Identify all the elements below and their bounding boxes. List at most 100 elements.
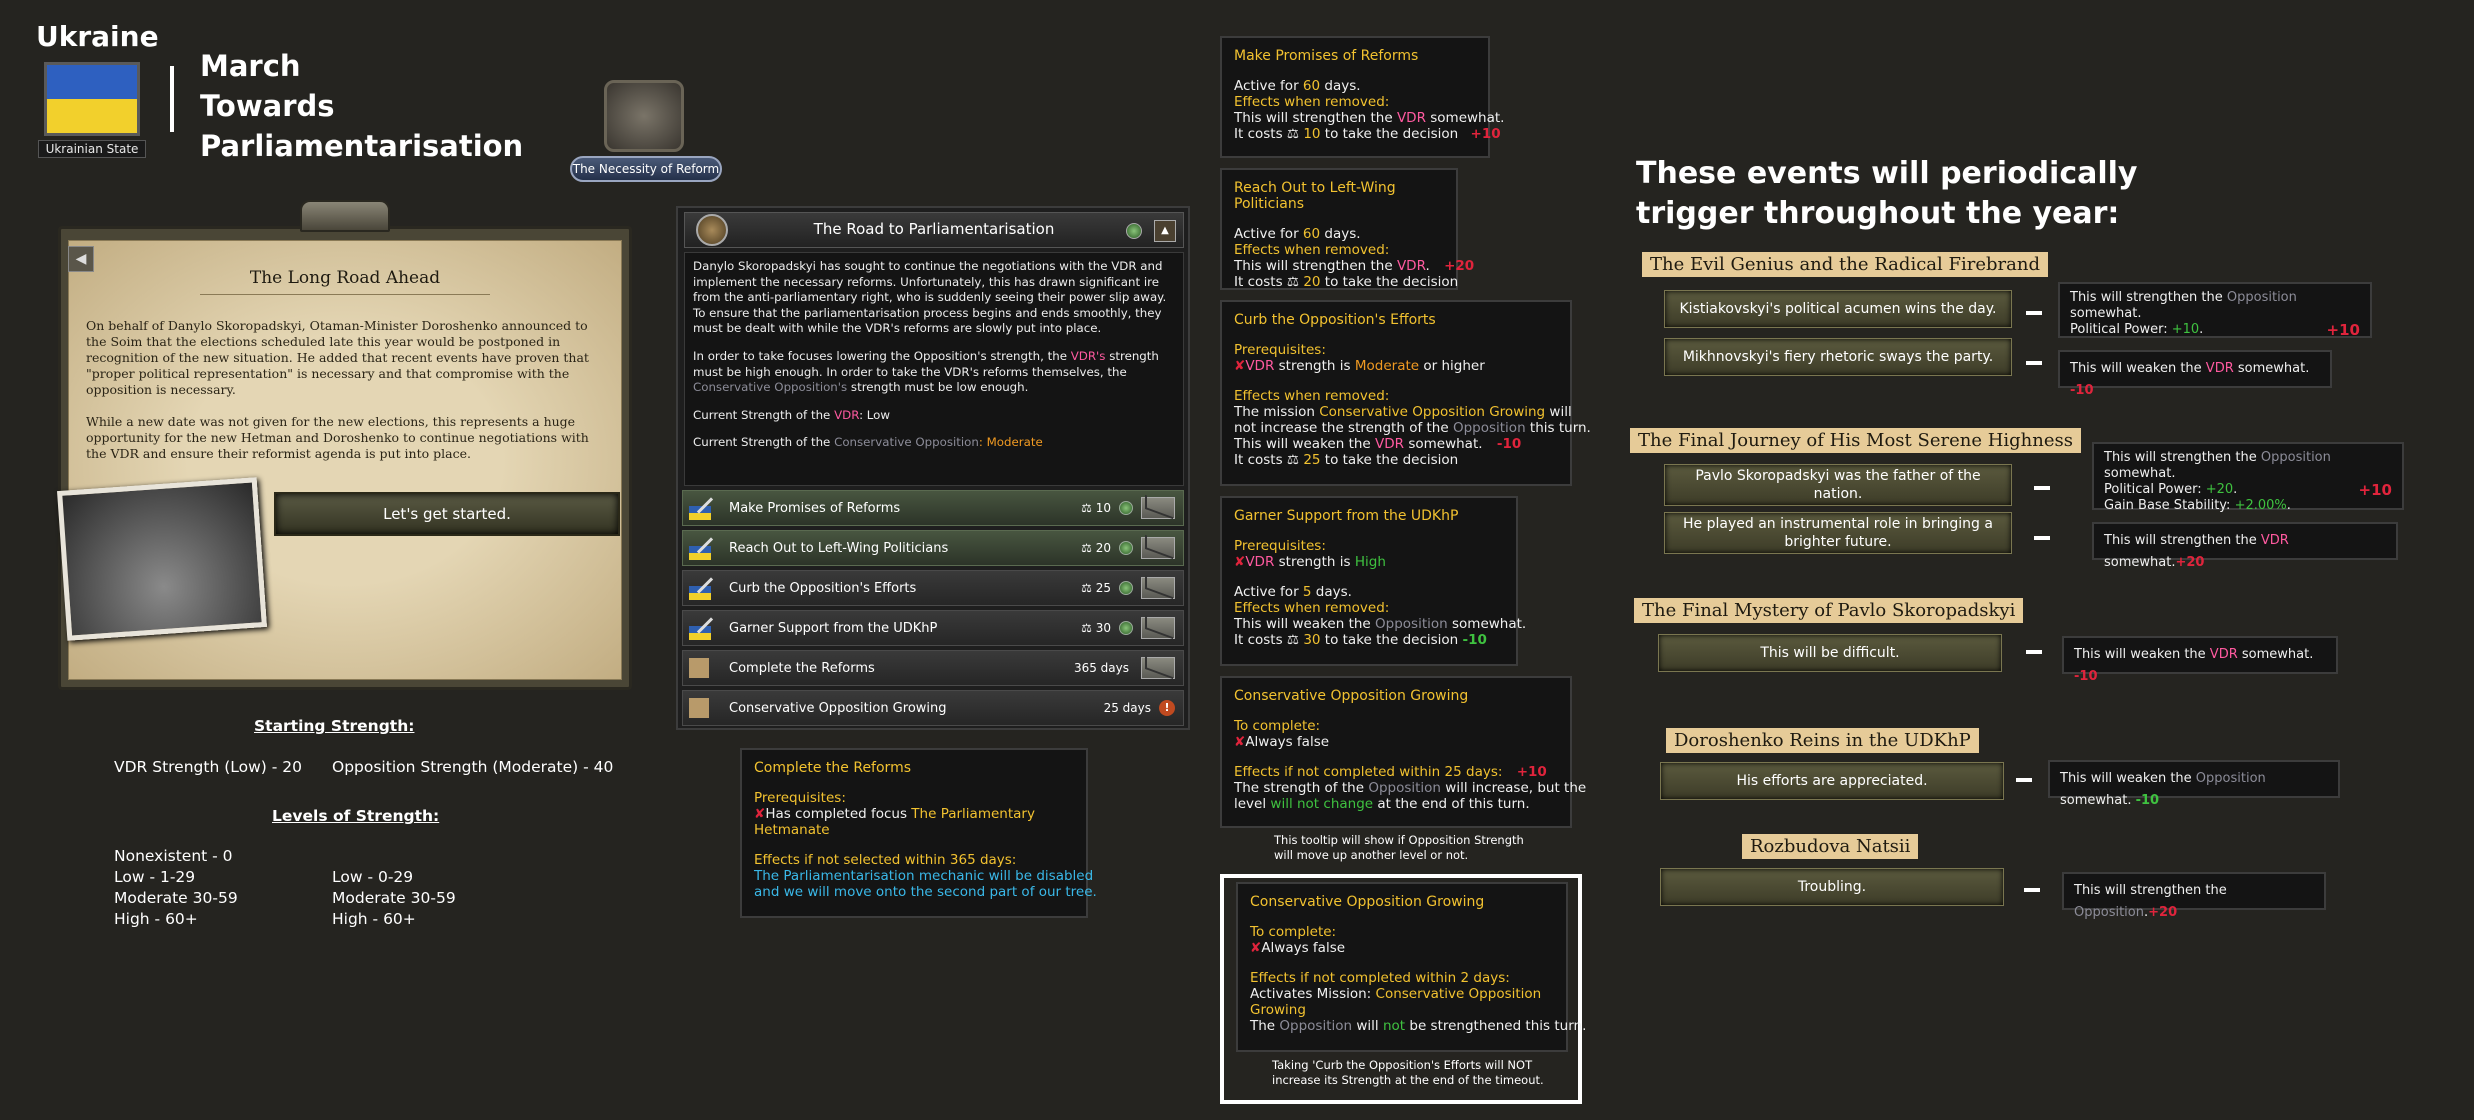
decision-opposition-growing[interactable]: Conservative Opposition Growing 25 days!	[682, 690, 1184, 726]
tooltip-line: Effects when removed:	[1234, 242, 1390, 258]
note-line: This tooltip will show if Opposition Str…	[1274, 833, 1524, 847]
decision-make-promises[interactable]: Make Promises of Reforms ⚖ 10	[682, 490, 1184, 526]
title-line: Towards	[200, 89, 335, 123]
event-option[interactable]: He played an instrumental role in bringi…	[1664, 512, 2012, 554]
title-line: Parliamentarisation	[200, 129, 524, 163]
event-effect: This will weaken the VDR somewhat. -10	[2058, 350, 2332, 398]
tooltip-line: Hetmanate	[754, 822, 830, 838]
event-option[interactable]: Pavlo Skoropadskyi was the father of the…	[1664, 464, 2012, 506]
decision-cost: ⚖ 10	[1081, 501, 1111, 515]
event-option[interactable]: His efforts are appreciated.	[1660, 762, 2004, 800]
cross-icon: ✘	[1234, 734, 1246, 750]
event-title-evil-genius: The Evil Genius and the Radical Firebran…	[1642, 252, 2048, 277]
decision-icon	[689, 496, 717, 520]
decision-list: Make Promises of Reforms ⚖ 10 Reach Out t…	[682, 490, 1184, 730]
event-paragraph: On behalf of Danylo Skoropadskyi, Otaman…	[86, 318, 589, 397]
status-icon	[1119, 541, 1133, 555]
level-item: Low - 1-29	[114, 868, 196, 886]
tooltip-line: Effects when removed:	[1234, 600, 1390, 616]
tooltip-line: ✘Always false	[1234, 734, 1330, 750]
tooltip-line: Growing	[1250, 1002, 1306, 1018]
decision-complete-reforms[interactable]: Complete the Reforms 365 days	[682, 650, 1184, 686]
event-option[interactable]: Mikhnovskyi's fiery rhetoric sways the p…	[1664, 338, 2012, 376]
decision-curb-opposition[interactable]: Curb the Opposition's Efforts ⚖ 25	[682, 570, 1184, 606]
level-item: Moderate 30-59	[332, 889, 456, 907]
tooltip-line: Prerequisites:	[1234, 538, 1326, 554]
tooltip-title: Make Promises of Reforms	[1234, 48, 1419, 64]
event-effect: This will strengthen the Opposition some…	[2092, 442, 2404, 513]
status-icon	[1119, 581, 1133, 595]
cross-icon: ✘	[1234, 358, 1246, 374]
envelope-icon	[1141, 657, 1175, 679]
decision-days: 25 days	[1103, 701, 1151, 715]
decision-label: Conservative Opposition Growing	[729, 700, 947, 716]
tooltip-line: It costs ⚖ 30 to take the decision -10	[1234, 632, 1487, 648]
focus-icon	[604, 80, 684, 152]
cross-icon: ✘	[1250, 940, 1262, 956]
decision-reach-out[interactable]: Reach Out to Left-Wing Politicians ⚖ 20	[682, 530, 1184, 566]
dash	[2016, 778, 2032, 782]
levels-title: Levels of Strength:	[272, 807, 440, 825]
event-option-button[interactable]: Let's get started.	[274, 492, 620, 536]
state-label: Ukrainian State	[38, 140, 146, 158]
level-item: High - 60+	[332, 910, 416, 928]
event-option[interactable]: Kistiakovskyi's political acumen wins th…	[1664, 290, 2012, 328]
title-line: March	[200, 49, 301, 83]
event-option[interactable]: This will be difficult.	[1658, 634, 2002, 672]
level-item: Low - 0-29	[332, 868, 414, 886]
event-picture	[57, 477, 267, 641]
decision-days: 365 days	[1073, 661, 1129, 675]
event-effect: This will strengthen the Opposition some…	[2058, 282, 2372, 338]
tooltip-title: Conservative Opposition Growing	[1250, 894, 1485, 910]
current-vdr-strength: Current Strength of the VDR: Low	[693, 407, 891, 422]
tooltip-line: To complete:	[1234, 718, 1321, 734]
tooltip-opposition-growing: Conservative Opposition Growing To compl…	[1220, 676, 1586, 828]
tooltip-line: The Opposition will not be strengthened …	[1250, 1018, 1587, 1034]
focus-label[interactable]: The Necessity of Reform	[570, 156, 722, 182]
tooltip-title: Garner Support from the UDKhP	[1234, 508, 1459, 524]
decision-label: Reach Out to Left-Wing Politicians	[729, 540, 949, 556]
event-title-underline	[200, 294, 490, 295]
dash	[2034, 486, 2050, 490]
collapse-button[interactable]: ▲	[1154, 220, 1176, 242]
page-title: March Towards Parliamentarisation	[200, 46, 523, 166]
tooltip-line: ✘Always false	[1250, 940, 1346, 956]
tooltip-line: ✘VDR strength is Moderate or higher	[1234, 358, 1485, 374]
tooltip-line: not increase the strength of the Opposit…	[1234, 420, 1591, 436]
level-item: Moderate 30-59	[114, 889, 238, 907]
dash	[2026, 650, 2042, 654]
envelope-icon	[1141, 617, 1175, 639]
level-nonexistent: Nonexistent - 0	[114, 847, 233, 865]
envelope-icon	[1141, 577, 1175, 599]
title-divider	[170, 66, 174, 132]
description-paragraph: Danylo Skoropadskyi has sought to contin…	[693, 259, 1167, 336]
tooltip-note: Taking 'Curb the Opposition's Efforts wi…	[1272, 1058, 1544, 1088]
opposition-levels: Low - 0-29 Moderate 30-59 High - 60+	[332, 867, 456, 930]
event-title-final-mystery: The Final Mystery of Pavlo Skoropadskyi	[1634, 598, 2024, 623]
decision-garner-support[interactable]: Garner Support from the UDKhP ⚖ 30	[682, 610, 1184, 646]
tooltip-title: Conservative Opposition Growing	[1234, 688, 1469, 704]
decision-cost: ⚖ 25	[1081, 581, 1111, 595]
tooltip-line: Effects if not selected within 365 days:	[754, 852, 1017, 868]
decision-label: Curb the Opposition's Efforts	[729, 580, 917, 596]
tooltip-curb-opposition: Curb the Opposition's Efforts Prerequisi…	[1220, 300, 1591, 486]
tooltip-reach-out: Reach Out to Left-Wing Politicians Activ…	[1220, 168, 1474, 290]
tooltip-title: Reach Out to Left-Wing Politicians	[1234, 180, 1396, 212]
event-effect: This will weaken the Opposition somewhat…	[2048, 760, 2340, 808]
dash	[2026, 361, 2042, 365]
tooltip-line: Prerequisites:	[1234, 342, 1326, 358]
event-text: On behalf of Danylo Skoropadskyi, Otaman…	[86, 318, 606, 462]
decision-panel-title: The Road to Parliamentarisation	[813, 220, 1055, 238]
decision-cost: ⚖ 30	[1081, 621, 1111, 635]
decision-label: Complete the Reforms	[729, 660, 875, 676]
note-line: increase its Strength at the end of the …	[1272, 1073, 1544, 1087]
tooltip-line: It costs ⚖ 10 to take the decision +10	[1234, 126, 1501, 142]
status-icon	[1119, 501, 1133, 515]
decision-label: Garner Support from the UDKhP	[729, 620, 938, 636]
dash	[2024, 888, 2040, 892]
tooltip-line: Activates Mission: Conservative Oppositi…	[1250, 986, 1542, 1002]
tooltip-line: Effects when removed:	[1234, 388, 1390, 404]
tooltip-line: It costs ⚖ 25 to take the decision	[1234, 452, 1459, 468]
event-option[interactable]: Troubling.	[1660, 868, 2004, 906]
vdr-levels: Low - 1-29 Moderate 30-59 High - 60+	[114, 867, 238, 930]
